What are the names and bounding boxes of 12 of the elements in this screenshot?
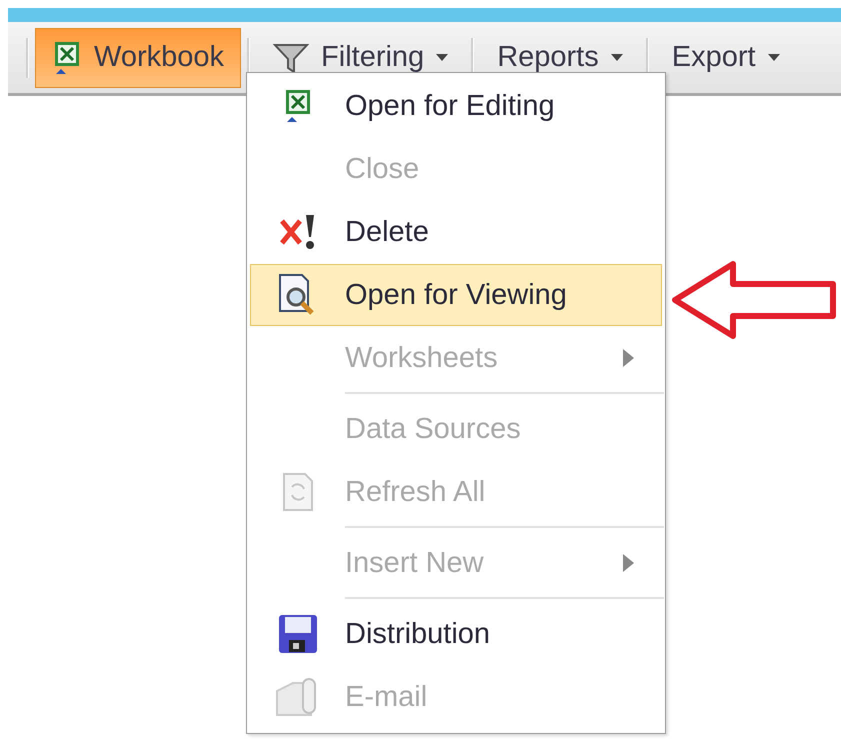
submenu-arrow-icon — [623, 349, 635, 367]
submenu-arrow-icon — [623, 554, 635, 572]
caret-icon — [610, 54, 623, 62]
menu-item[interactable]: Open for Viewing — [250, 264, 662, 326]
menu-item[interactable]: Distribution — [250, 603, 662, 665]
menu-item[interactable]: Delete — [250, 201, 662, 263]
refresh-document-icon — [281, 471, 315, 513]
toolbar-button[interactable]: Workbook — [35, 28, 242, 88]
spreadsheet-icon — [52, 40, 82, 74]
spreadsheet-icon — [283, 89, 313, 123]
caret-icon — [768, 54, 780, 62]
caret-icon — [436, 54, 448, 62]
